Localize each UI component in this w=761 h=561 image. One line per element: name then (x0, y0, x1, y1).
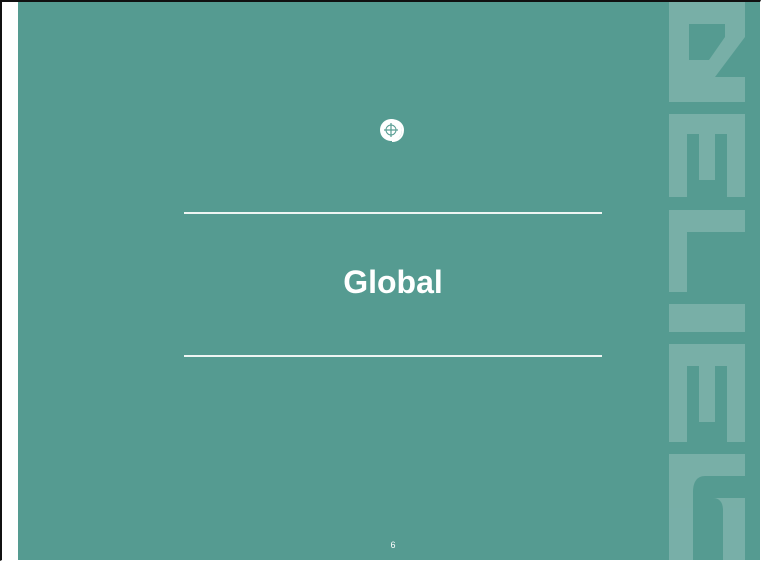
crosshair-circle-icon (380, 119, 405, 142)
bottom-divider (184, 355, 602, 357)
slide-title: Global (343, 264, 443, 300)
page-number: 6 (390, 540, 396, 550)
slide: Global 6 (0, 0, 761, 561)
top-divider (184, 212, 602, 214)
seiler-watermark-logo (669, 2, 745, 560)
slide-left-edge (2, 2, 18, 560)
